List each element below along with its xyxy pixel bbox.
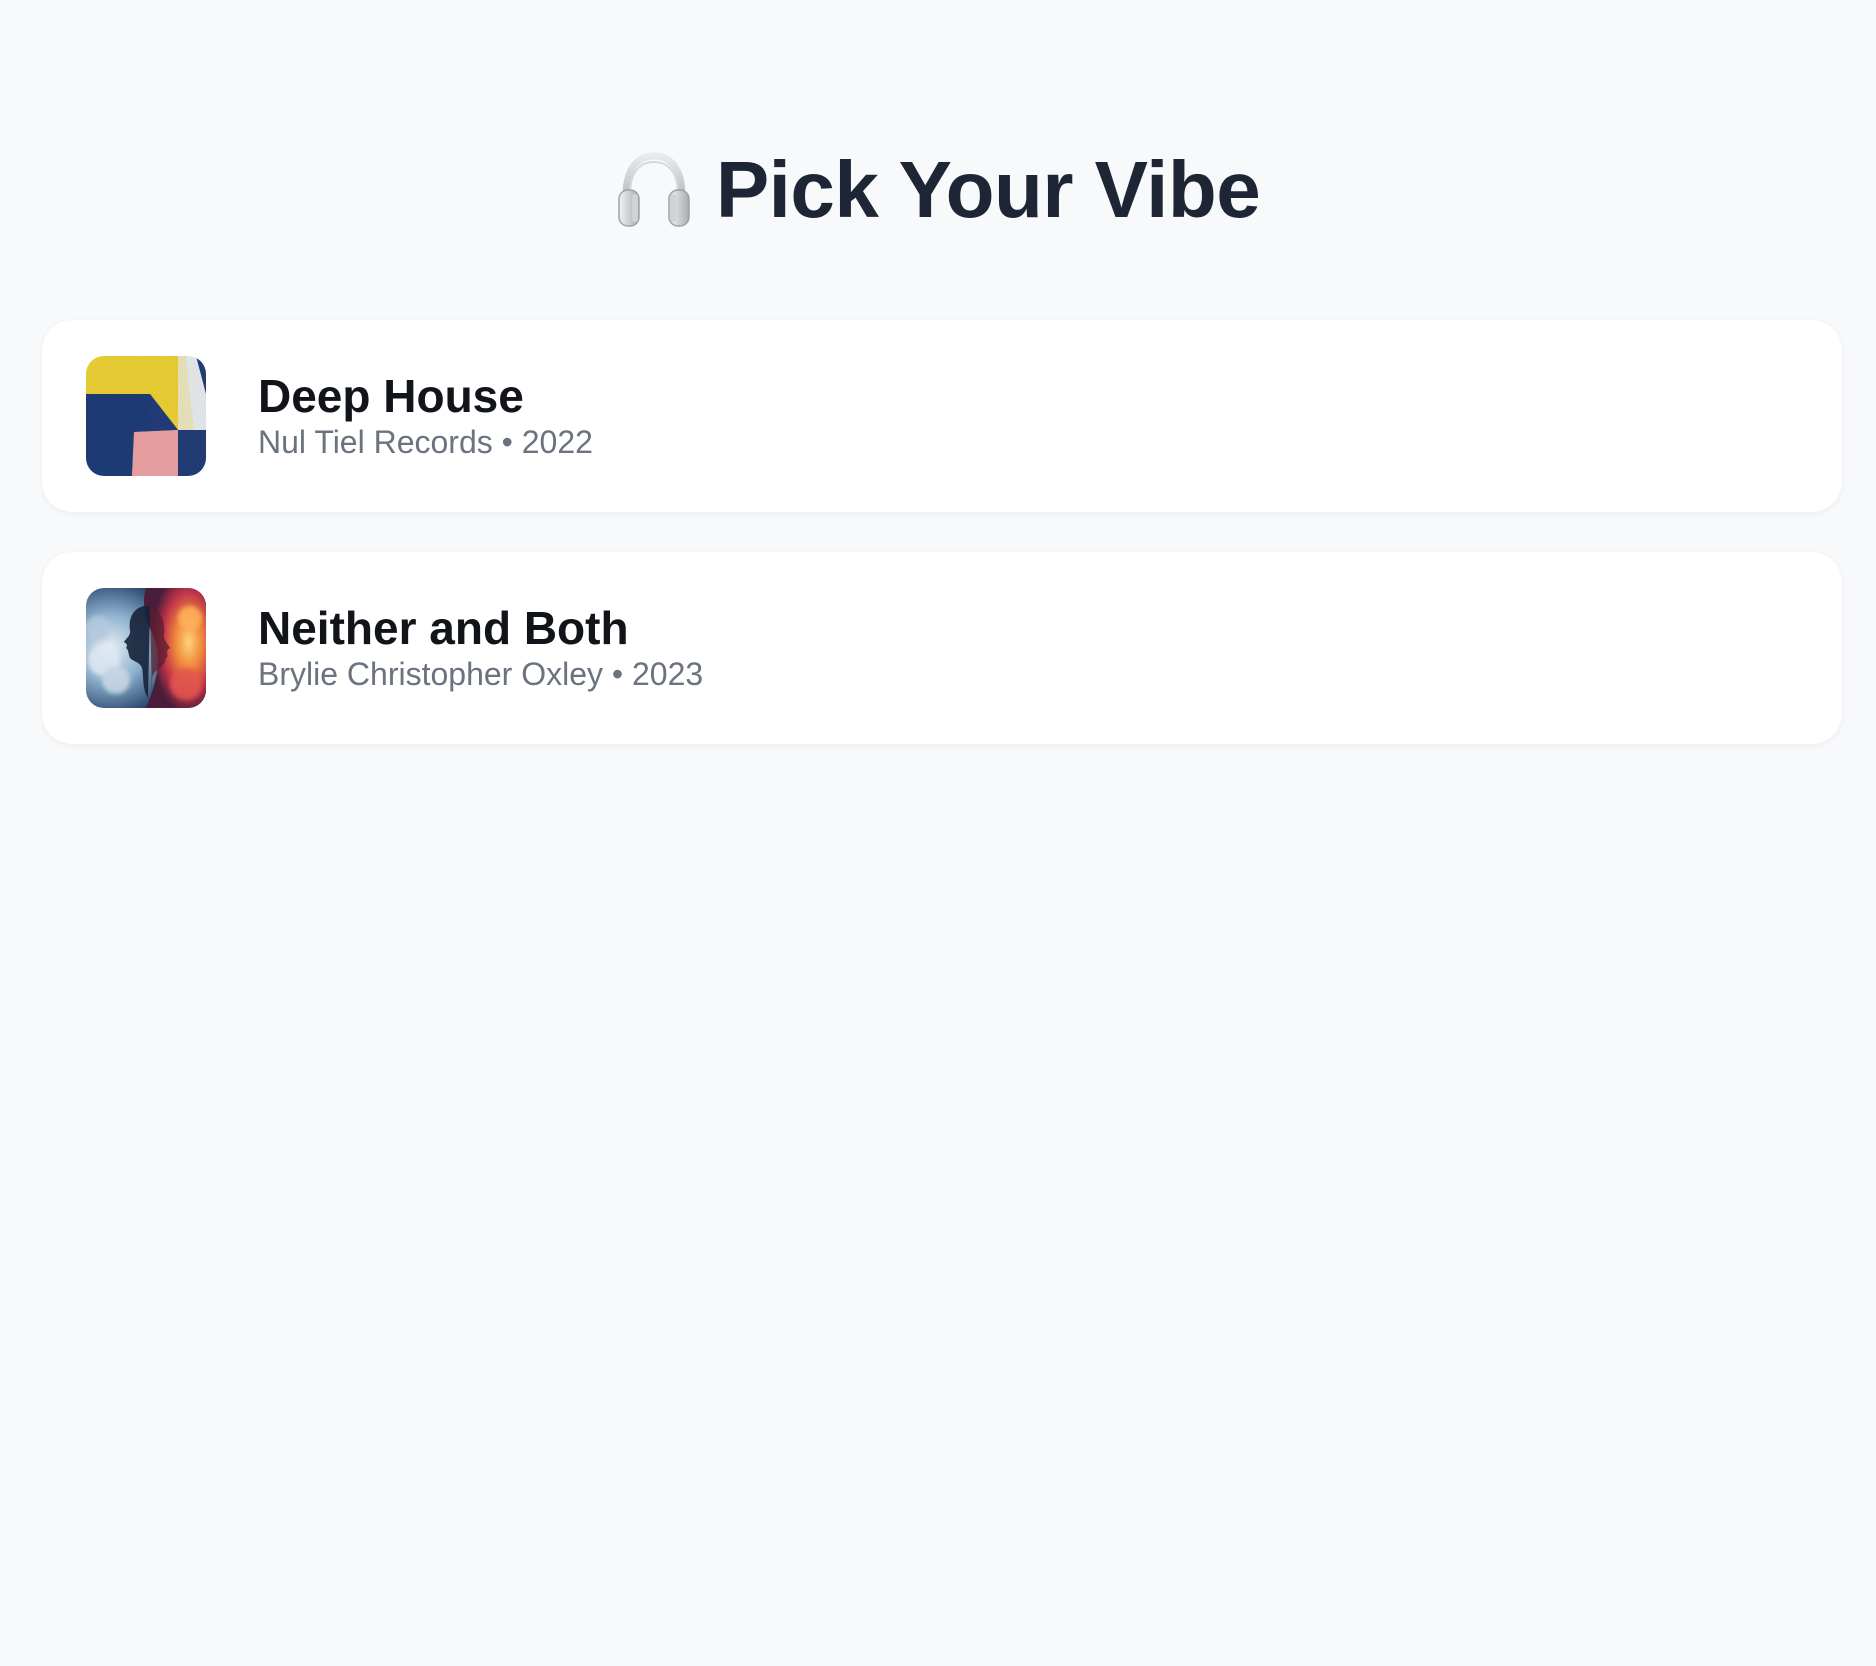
album-info: Deep House Nul Tiel Records • 2022 — [258, 370, 593, 462]
meta-separator: • — [611, 656, 624, 692]
album-year: 2023 — [631, 656, 704, 692]
album-title: Neither and Both — [258, 602, 629, 654]
album-artist: Nul Tiel Records — [258, 424, 493, 460]
album-meta: Brylie Christopher Oxley • 2023 — [258, 654, 703, 694]
cloud-face-cover — [86, 588, 206, 708]
album-cover-image — [86, 588, 206, 708]
abstract-blue-yellow-cover — [86, 356, 206, 476]
album-cover-image — [86, 356, 206, 476]
album-title: Deep House — [258, 370, 524, 422]
album-card-neither-and-both[interactable]: Neither and Both Brylie Christopher Oxle… — [42, 552, 1842, 744]
album-year: 2022 — [521, 424, 593, 460]
album-artist: Brylie Christopher Oxley — [258, 656, 603, 692]
album-card-deep-house[interactable]: Deep House Nul Tiel Records • 2022 — [42, 320, 1842, 512]
headphones-icon — [616, 150, 692, 230]
album-list: Deep House Nul Tiel Records • 2022 Neith… — [42, 320, 1842, 784]
page-title: Pick Your Vibe — [715, 145, 1261, 234]
album-info: Neither and Both Brylie Christopher Oxle… — [258, 602, 703, 694]
album-meta: Nul Tiel Records • 2022 — [258, 422, 593, 462]
meta-separator: • — [501, 424, 513, 460]
page-header: Pick Your Vibe — [0, 142, 1876, 238]
